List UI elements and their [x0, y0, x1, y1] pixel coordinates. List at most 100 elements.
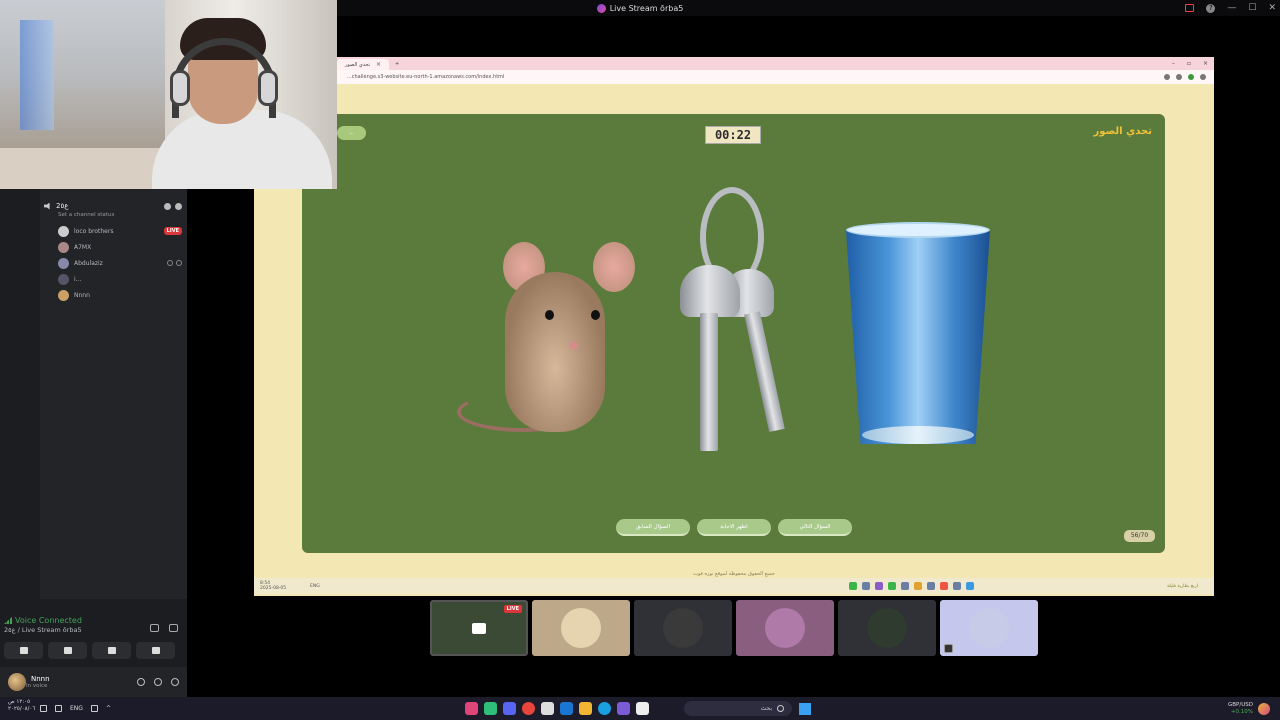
member-item[interactable]: Nnnn: [58, 289, 182, 301]
screen: Live Stream ōrba5 ? — ☐ ✕ 2ع٥ Set a chan…: [0, 0, 1280, 720]
activities-button[interactable]: [92, 642, 131, 659]
screen-record-icon[interactable]: [1185, 4, 1195, 12]
browser-minimize-icon[interactable]: –: [1172, 60, 1175, 67]
show-answer-button[interactable]: اظهر الاجابة: [697, 519, 771, 536]
disconnect-icon[interactable]: [169, 624, 178, 632]
streamed-date: 2025-08-05: [260, 586, 287, 591]
chat-icon[interactable]: [164, 202, 171, 210]
participant-tile[interactable]: [940, 600, 1038, 656]
extension-icon[interactable]: [1176, 74, 1182, 80]
new-tab-icon[interactable]: +: [395, 61, 399, 67]
live-badge: LIVE: [163, 227, 182, 235]
tab-close-icon[interactable]: ×: [376, 61, 381, 68]
widgets-icon[interactable]: [1258, 702, 1270, 715]
browser-window-controls: – ▫ ×: [1172, 60, 1208, 67]
close-button[interactable]: ✕: [1268, 3, 1276, 13]
member-item[interactable]: A7MX: [58, 241, 182, 253]
minimize-button[interactable]: —: [1227, 3, 1236, 13]
whatsapp-icon: [849, 582, 857, 590]
streamed-taskbar: 8:54 2025-08-05 ENG اربع بطارية قليلة: [254, 578, 1214, 594]
member-item[interactable]: Abdulaziz: [58, 257, 182, 269]
soundboard-button[interactable]: [136, 642, 175, 659]
user-info[interactable]: Nnnn In voice: [26, 675, 50, 689]
participant-tile[interactable]: [532, 600, 630, 656]
avatar: [58, 289, 69, 301]
browser-tab[interactable]: تحدي الصور ×: [337, 59, 390, 70]
game-side-pill[interactable]: ...: [337, 126, 366, 140]
outlook-icon[interactable]: [560, 702, 573, 715]
signal-icon: [4, 617, 12, 624]
noise-suppression-icon[interactable]: [150, 624, 159, 632]
gamepad-icon: [107, 647, 116, 654]
app-icon[interactable]: [484, 702, 497, 715]
voice-status-text[interactable]: Voice Connected: [15, 616, 82, 625]
mouse-eye: [545, 310, 554, 320]
mouse-nose: [569, 342, 578, 349]
mic-muted-icon: [167, 260, 173, 266]
menu-dots-icon[interactable]: [1200, 74, 1206, 80]
window-title-text: Live Stream ōrba5: [609, 3, 684, 13]
deafened-icon: [176, 260, 182, 266]
volume-icon[interactable]: [40, 705, 47, 712]
chevron-up-icon[interactable]: ^: [106, 705, 111, 712]
edge-icon[interactable]: [598, 702, 611, 715]
app-icon: [862, 582, 870, 590]
add-member-icon[interactable]: [175, 202, 182, 210]
app-icon[interactable]: [541, 702, 554, 715]
discord-icon[interactable]: [503, 702, 516, 715]
channel-status[interactable]: Set a channel status: [58, 212, 114, 218]
speaker-icon: [44, 202, 50, 210]
participant-tile[interactable]: [838, 600, 936, 656]
address-bar-icons: [1164, 74, 1206, 80]
member-name: A7MX: [74, 243, 92, 251]
network-icon[interactable]: [55, 705, 62, 712]
channel-actions: [164, 202, 182, 210]
member-name: Abdulaziz: [74, 259, 103, 267]
notepad-icon[interactable]: [636, 702, 649, 715]
taskbar-search[interactable]: بحث: [684, 701, 792, 716]
screen-share-icon: [944, 644, 953, 653]
gear-icon[interactable]: [171, 678, 179, 686]
fx-pair: GBP/USD: [1228, 701, 1253, 708]
address-url[interactable]: ...challenge.s3-website.eu-north-1.amazo…: [347, 74, 504, 80]
webcam-feed[interactable]: [0, 0, 337, 189]
member-item[interactable]: loco brothers LIVE: [58, 225, 182, 237]
stream-tile[interactable]: LIVE: [430, 600, 528, 656]
browser-maximize-icon[interactable]: ▫: [1187, 60, 1191, 67]
browser-close-icon[interactable]: ×: [1203, 60, 1208, 67]
camera-button[interactable]: [4, 642, 43, 659]
member-item[interactable]: i...: [58, 273, 182, 285]
fx-widget[interactable]: GBP/USD +0.10%: [1228, 702, 1253, 716]
bookmark-star-icon[interactable]: [1164, 74, 1170, 80]
app-icon: [953, 582, 961, 590]
user-avatar[interactable]: [8, 673, 26, 691]
next-question-button[interactable]: السؤال التالي: [778, 519, 852, 536]
windows-start-icon[interactable]: [799, 702, 811, 715]
user-status: In voice: [26, 683, 48, 689]
mouse-image: [457, 242, 647, 434]
headphones-icon[interactable]: [154, 678, 162, 686]
previous-question-button[interactable]: السؤال السابق: [616, 519, 690, 536]
avatar: [58, 273, 69, 285]
voice-channel-row[interactable]: 2ع٥: [44, 200, 182, 212]
os-clock[interactable]: ١٢:٠٥ ص ٢٠٢٥/٠٨/٠٦: [8, 699, 35, 713]
help-icon[interactable]: ?: [1206, 3, 1216, 13]
microphone-icon[interactable]: [90, 705, 98, 712]
participant-tile[interactable]: [634, 600, 732, 656]
glass-of-water-image: [846, 222, 990, 444]
chrome-icon[interactable]: [522, 702, 535, 715]
screen-share-button[interactable]: [48, 642, 87, 659]
folder-icon[interactable]: [579, 702, 592, 715]
language-indicator[interactable]: ENG: [70, 705, 83, 712]
pinned-apps: [465, 702, 649, 715]
app-icon[interactable]: [617, 702, 630, 715]
profile-icon[interactable]: [1188, 74, 1194, 80]
participant-tiles: LIVE: [430, 600, 1038, 656]
microphone-icon[interactable]: [137, 678, 145, 686]
webcam-background-lamp: [20, 20, 54, 130]
maximize-button[interactable]: ☐: [1248, 3, 1256, 13]
avatar: [58, 257, 69, 269]
participant-tile[interactable]: [736, 600, 834, 656]
app-icon[interactable]: [465, 702, 478, 715]
folder-icon: [914, 582, 922, 590]
